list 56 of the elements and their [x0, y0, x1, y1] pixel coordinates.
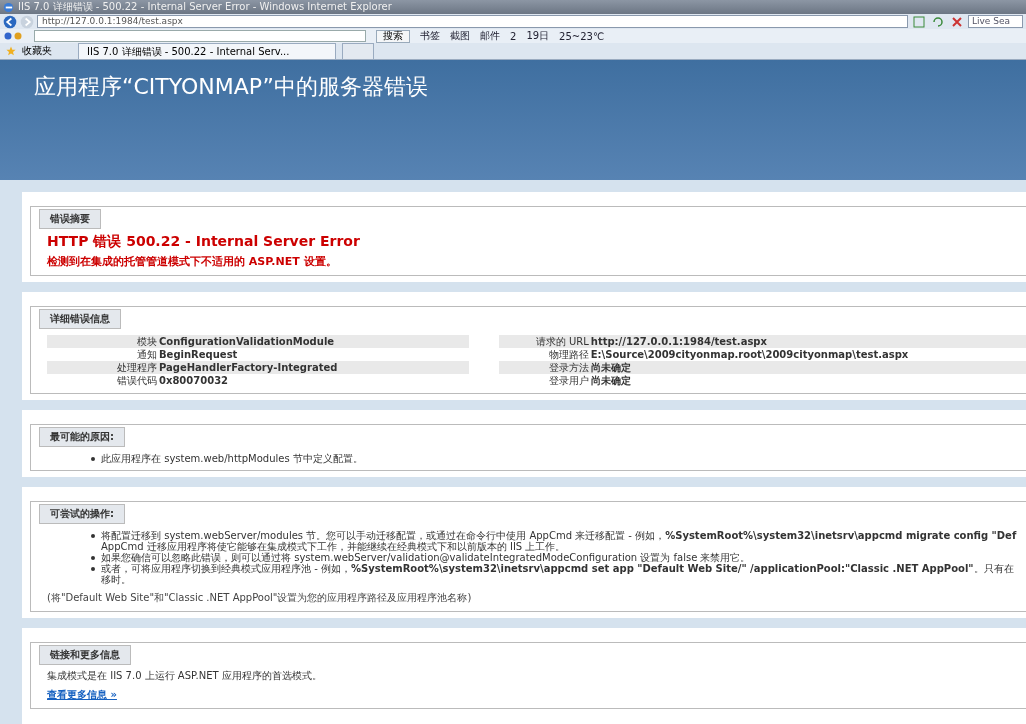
- new-tab-button[interactable]: [342, 43, 374, 59]
- bullet-icon: [91, 534, 95, 538]
- detail-label: 物理路径: [547, 348, 589, 361]
- detail-value: ConfigurationValidationModule: [158, 335, 335, 348]
- section-legend: 最可能的原因:: [39, 427, 125, 447]
- address-field[interactable]: http://127.0.0.1:1984/test.aspx: [37, 15, 908, 28]
- sogou-logo-icon: [4, 32, 24, 40]
- search-button[interactable]: 搜索: [376, 29, 410, 43]
- detail-label: 模块: [136, 335, 157, 348]
- toolbar-item[interactable]: 2: [510, 30, 517, 42]
- list-text: 移时。: [101, 574, 132, 585]
- browser-tab[interactable]: IIS 7.0 详细错误 - 500.22 - Internal Serv...: [78, 43, 336, 59]
- detail-label: 登录方法: [547, 361, 589, 374]
- page-heading: 应用程序“CITYONMAP”中的服务器错误: [34, 73, 429, 101]
- note-text: (将"Default Web Site"和"Classic .NET AppPool"设置为您的应用程序路径及应用程序池名称): [47, 591, 473, 605]
- refresh-icon[interactable]: [932, 15, 944, 28]
- section-legend: 错误摘要: [39, 209, 101, 229]
- list-text: 将配置迁移到 system.webServer/modules 节。您可以手动迁移配置，或通过在命令行中使用 AppCmd 来迁移配置 - 例如，%SystemRoot%\system32\inetsrv\appcmd migrate config "Def: [101, 530, 1017, 541]
- detail-label: 通知: [136, 348, 157, 361]
- list-text: 此应用程序在 system.web/httpModules 节中定义配置。: [101, 453, 363, 464]
- detail-label: 错误代码: [116, 374, 157, 387]
- detail-value: 0x80070032: [158, 374, 229, 387]
- info-text: 集成模式是在 IIS 7.0 上运行 ASP.NET 应用程序的首选模式。: [47, 669, 323, 683]
- bullet-icon: [91, 567, 95, 571]
- section-legend: 链接和更多信息: [39, 645, 131, 665]
- detail-value: BeginRequest: [158, 348, 238, 361]
- more-info-link[interactable]: 查看更多信息 »: [47, 688, 117, 702]
- bullet-icon: [91, 457, 95, 461]
- toolbar-item[interactable]: 19日: [526, 29, 550, 43]
- toolbar-item[interactable]: 书签: [420, 29, 440, 43]
- favorites-button[interactable]: 收藏夹: [22, 44, 52, 58]
- toolbar-item[interactable]: 25~23℃: [559, 30, 605, 42]
- detail-value: E:\Source\2009cityonmap.root\2009cityonmap\test.aspx: [589, 348, 909, 361]
- bullet-icon: [91, 556, 95, 560]
- section-legend: 可尝试的操作:: [39, 504, 125, 524]
- toolbar-item[interactable]: 截图: [450, 29, 470, 43]
- stop-icon[interactable]: [951, 15, 963, 28]
- detail-value: 尚未确定: [589, 374, 631, 387]
- toolbar-item[interactable]: 邮件: [480, 29, 500, 43]
- list-text: 或者，可将应用程序切换到经典模式应用程序池 - 例如，%SystemRoot%\system32\inetsrv\appcmd set app "Default Web Site/" /applicationPool:"Classic .NET AppPool"。只有在: [101, 563, 1014, 574]
- list-text: AppCmd 迁移应用程序将使它能够在集成模式下工作，并能继续在经典模式下和以前版本的 IIS 上工作。: [101, 541, 567, 552]
- detail-label: 处理程序: [116, 361, 157, 374]
- window-title: IIS 7.0 详细错误 - 500.22 - Internal Server Error - Windows Internet Explorer: [18, 0, 392, 14]
- search-field[interactable]: [34, 30, 366, 42]
- error-title: HTTP 错误 500.22 - Internal Server Error: [47, 233, 361, 251]
- error-subtitle: 检测到在集成的托管管道模式下不适用的 ASP.NET 设置。: [47, 254, 338, 269]
- detail-value: PageHandlerFactory-Integrated: [158, 361, 338, 374]
- detail-value: http://127.0.0.1:1984/test.aspx: [589, 335, 767, 348]
- detail-label: 请求的 URL: [534, 335, 589, 348]
- star-icon: [6, 46, 16, 56]
- search-field[interactable]: Live Sea: [968, 15, 1023, 28]
- detail-value: 尚未确定: [589, 361, 631, 374]
- section-legend: 详细错误信息: [39, 309, 121, 329]
- list-text: 如果您确信可以忽略此错误，则可以通过将 system.webServer/validation@validateIntegratedModeConfiguration 设置为 false 来禁用它。: [101, 552, 751, 563]
- back-button[interactable]: [3, 14, 17, 29]
- detail-label: 登录用户: [547, 374, 589, 387]
